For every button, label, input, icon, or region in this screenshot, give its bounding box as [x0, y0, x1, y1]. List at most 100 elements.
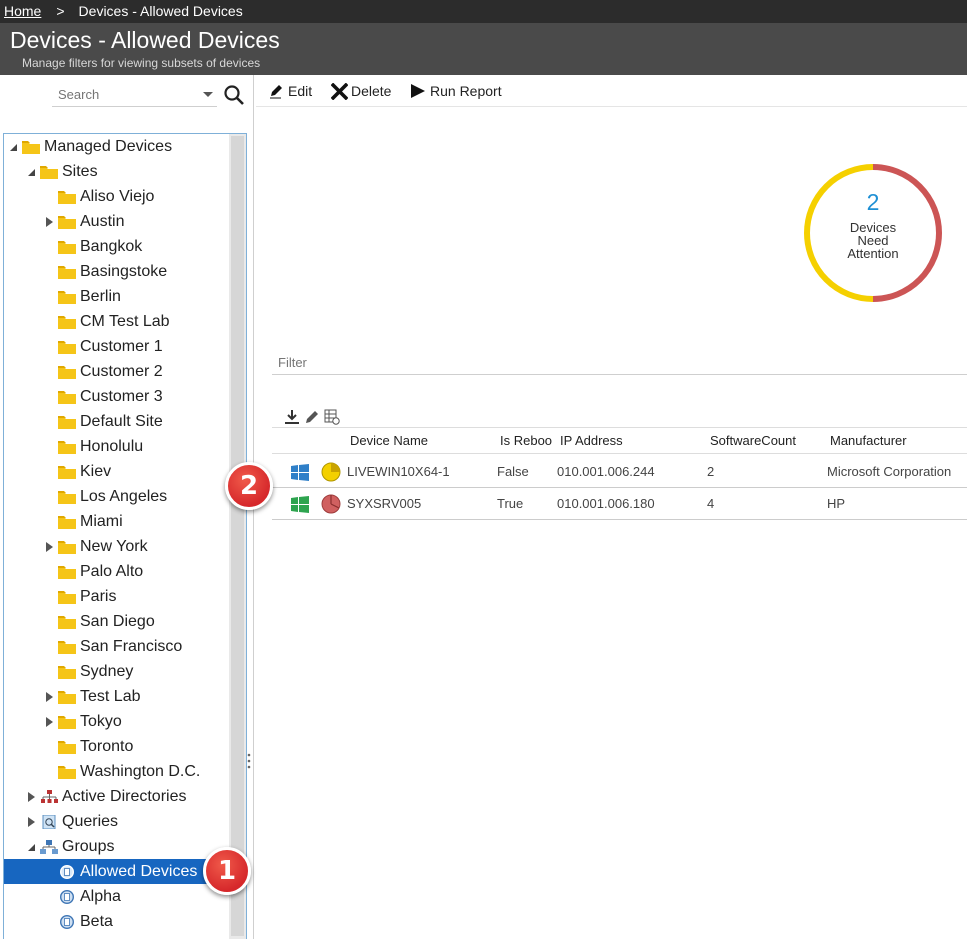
tree-node-group-alpha[interactable]: Alpha — [4, 884, 226, 909]
tree-node-site-palo-alto[interactable]: Palo Alto — [4, 559, 226, 584]
tree-node-site-los-angeles[interactable]: Los Angeles — [4, 484, 226, 509]
tree-node-site-san-diego[interactable]: San Diego — [4, 609, 226, 634]
tree-node-label: Miami — [80, 513, 123, 530]
attention-donut-chart[interactable]: 2 Devices Need Attention — [803, 163, 943, 303]
status-pie-red-icon — [321, 494, 341, 514]
tree-node-site-berlin[interactable]: Berlin — [4, 284, 226, 309]
tree-node-site-customer-2[interactable]: Customer 2 — [4, 359, 226, 384]
tree-node-site-new-york[interactable]: New York — [4, 534, 226, 559]
tree-node-label: San Diego — [80, 613, 155, 630]
tree-scrollbar-thumb[interactable] — [231, 136, 244, 936]
table-row[interactable]: SYXSRV005 True 010.001.006.180 4 HP — [272, 488, 967, 520]
device-tree[interactable]: Managed Devices Sites Aliso Viejo Austin Ban… — [3, 133, 247, 939]
tree-node-site-paris[interactable]: Paris — [4, 584, 226, 609]
collapse-arrow-icon[interactable] — [26, 167, 36, 177]
tree-node-site-cm-test-lab[interactable]: CM Test Lab — [4, 309, 226, 334]
windows-icon — [291, 464, 309, 481]
expand-arrow-icon[interactable] — [44, 542, 54, 552]
cell-device-name: SYXSRV005 — [347, 496, 422, 511]
tree-node-group-allowed-devices[interactable]: Allowed Devices — [4, 859, 228, 884]
collapse-arrow-icon[interactable] — [8, 142, 18, 152]
breadcrumb-home-link[interactable]: Home — [4, 3, 41, 19]
tree-node-managed-devices[interactable]: Managed Devices — [4, 134, 226, 159]
tree-node-label: Paris — [80, 588, 117, 605]
tree-node-groups[interactable]: Groups — [4, 834, 226, 859]
pencil-icon — [270, 85, 282, 99]
column-header-is-reboot[interactable]: Is Reboo — [500, 433, 552, 448]
tree-node-group-beta[interactable]: Beta — [4, 909, 226, 934]
tree-node-site-test-lab[interactable]: Test Lab — [4, 684, 226, 709]
groups-icon — [40, 840, 58, 854]
tree-node-label: Austin — [80, 213, 125, 230]
filter-box[interactable] — [272, 351, 967, 375]
cell-is-reboot: True — [497, 496, 524, 511]
table-row[interactable]: LIVEWIN10X64-1 False 010.001.006.244 2 M… — [272, 456, 967, 488]
cell-ip-address: 010.001.006.244 — [557, 464, 655, 479]
tree-node-label: Sydney — [80, 663, 134, 680]
tree-node-site-sydney[interactable]: Sydney — [4, 659, 226, 684]
search-input[interactable] — [52, 83, 192, 105]
attention-caption: Devices Need Attention — [803, 221, 943, 260]
tree-node-label: Aliso Viejo — [80, 188, 155, 205]
edit-button-label: Edit — [288, 83, 313, 99]
tree-node-site-san-francisco[interactable]: San Francisco — [4, 634, 226, 659]
status-pie-yellow-icon — [321, 462, 341, 482]
column-settings-icon[interactable] — [324, 409, 340, 425]
collapse-arrow-icon[interactable] — [26, 842, 36, 852]
tree-node-site-miami[interactable]: Miami — [4, 509, 226, 534]
tree-node-site-basingstoke[interactable]: Basingstoke — [4, 259, 226, 284]
expand-arrow-icon[interactable] — [26, 792, 36, 802]
page-header: Devices - Allowed Devices Manage filters… — [0, 23, 967, 75]
splitter-handle-icon[interactable] — [247, 753, 251, 769]
tree-node-queries[interactable]: Queries — [4, 809, 226, 834]
cell-device-name: LIVEWIN10X64-1 — [347, 464, 450, 479]
tree-node-label: Alpha — [80, 888, 121, 905]
tree-node-site-kiev[interactable]: Kiev — [4, 459, 226, 484]
tree-node-active-directories[interactable]: Active Directories — [4, 784, 226, 809]
tree-node-site-austin[interactable]: Austin — [4, 209, 226, 234]
tree-node-label: Washington D.C. — [80, 763, 201, 780]
breadcrumb-separator: > — [56, 3, 65, 19]
search-icon[interactable] — [223, 84, 245, 106]
tree-node-label: Sites — [62, 163, 98, 180]
expand-arrow-icon[interactable] — [44, 717, 54, 727]
tree-node-label: Queries — [62, 813, 119, 830]
tree-node-site-customer-3[interactable]: Customer 3 — [4, 384, 226, 409]
expand-arrow-icon[interactable] — [26, 817, 36, 827]
tree-scrollbar[interactable] — [229, 134, 246, 939]
tree-node-site-tokyo[interactable]: Tokyo — [4, 709, 226, 734]
download-icon[interactable] — [284, 409, 300, 425]
column-header-software-count[interactable]: SoftwareCount — [710, 433, 796, 448]
edit-grid-icon[interactable] — [304, 409, 320, 425]
tree-node-site-washington-d-c[interactable]: Washington D.C. — [4, 759, 226, 784]
grid-header: Device Name Is Reboo IP Address Software… — [272, 427, 967, 454]
breadcrumb: Home > Devices - Allowed Devices — [0, 0, 967, 23]
tree-node-label: Allowed Devices — [80, 863, 198, 880]
tree-node-site-bangkok[interactable]: Bangkok — [4, 234, 226, 259]
folder-icon — [58, 541, 76, 554]
tree-node-label: Tokyo — [80, 713, 122, 730]
folder-icon — [58, 516, 76, 529]
group-icon — [60, 865, 74, 879]
tree-node-label: Test Lab — [80, 688, 141, 705]
tree-node-site-toronto[interactable]: Toronto — [4, 734, 226, 759]
filter-input[interactable] — [272, 351, 572, 373]
tree-node-sites[interactable]: Sites — [4, 159, 226, 184]
expand-arrow-icon[interactable] — [44, 692, 54, 702]
tree-node-site-default-site[interactable]: Default Site — [4, 409, 226, 434]
folder-icon — [58, 316, 76, 329]
folder-icon — [58, 591, 76, 604]
tree-node-site-aliso-viejo[interactable]: Aliso Viejo — [4, 184, 226, 209]
expand-arrow-icon[interactable] — [44, 217, 54, 227]
folder-icon — [58, 191, 76, 204]
play-icon — [411, 84, 425, 98]
column-header-manufacturer[interactable]: Manufacturer — [830, 433, 907, 448]
column-header-ip-address[interactable]: IP Address — [560, 433, 623, 448]
tree-node-site-customer-1[interactable]: Customer 1 — [4, 334, 226, 359]
column-header-device-name[interactable]: Device Name — [350, 433, 428, 448]
tree-node-site-honolulu[interactable]: Honolulu — [4, 434, 226, 459]
search-dropdown-icon[interactable] — [203, 92, 213, 97]
search-box[interactable] — [52, 83, 217, 107]
tree-node-label: Customer 3 — [80, 388, 163, 405]
tree-node-label: Default Site — [80, 413, 163, 430]
